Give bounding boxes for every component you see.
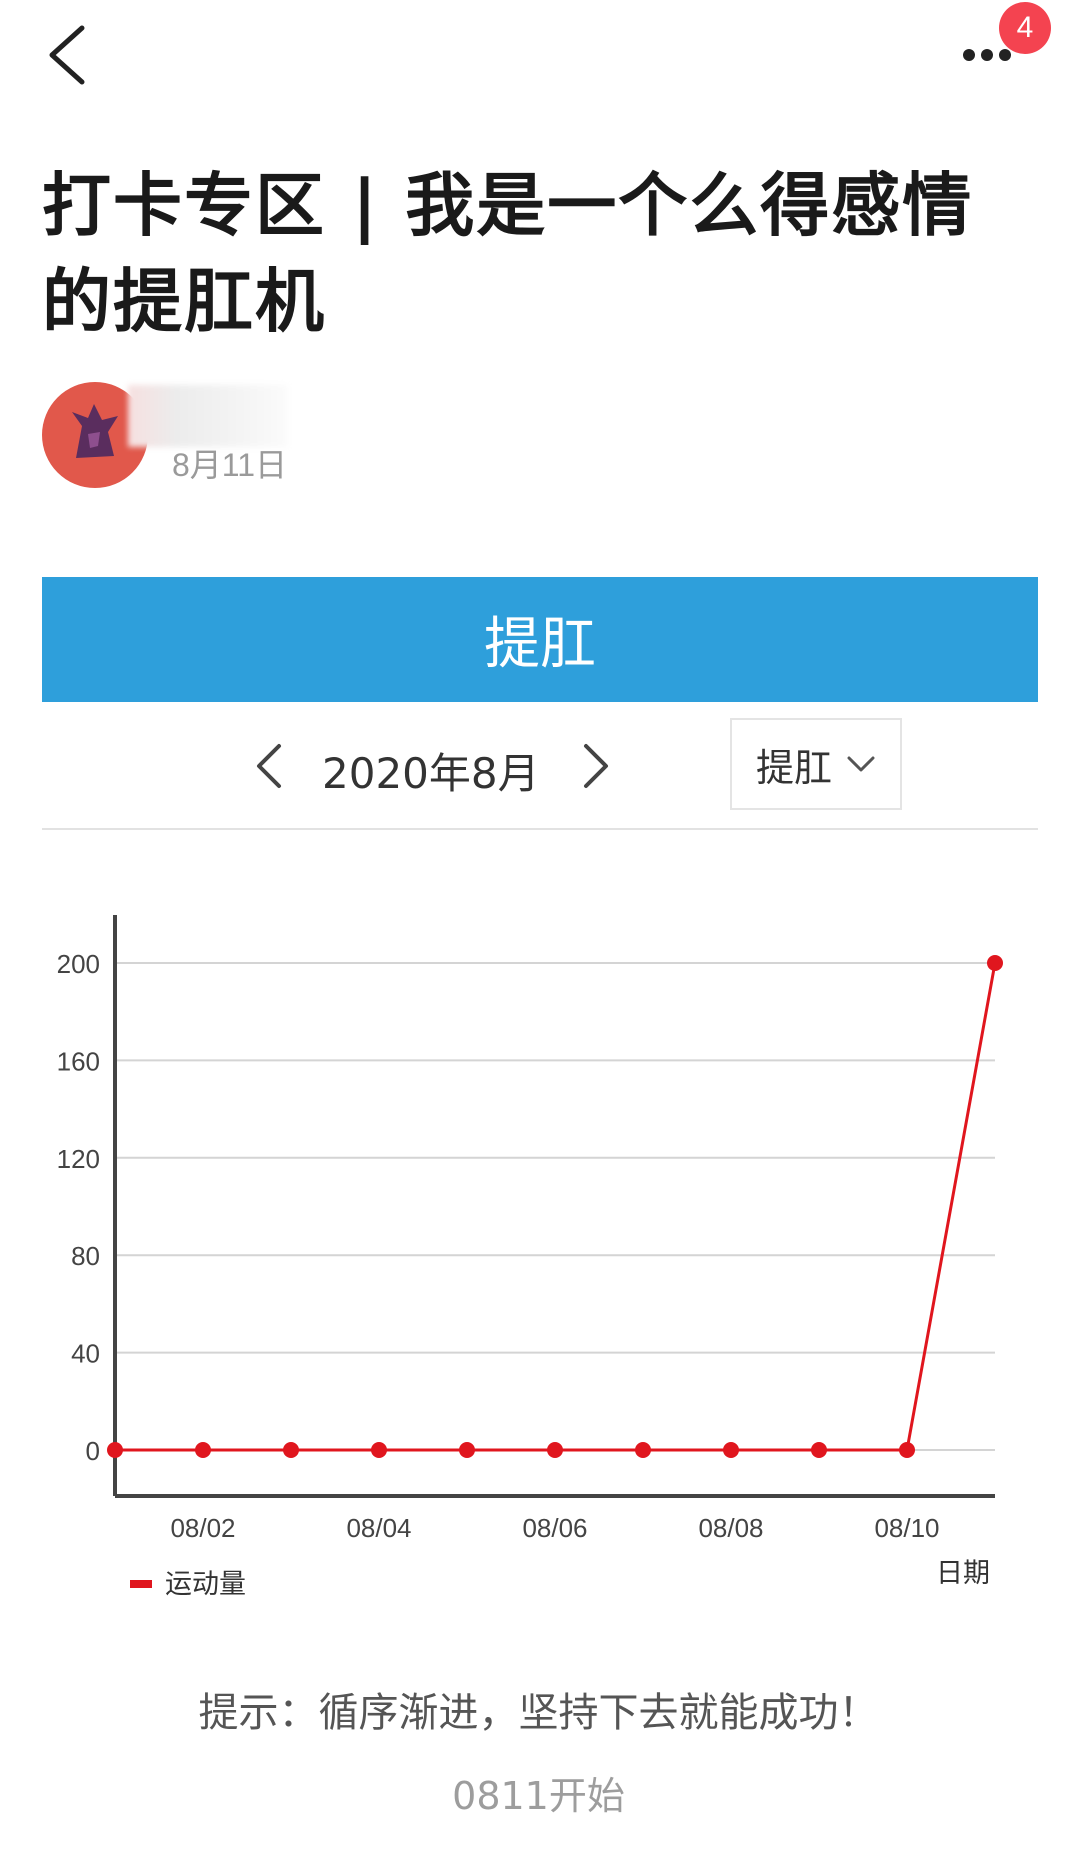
data-point (987, 955, 1003, 971)
y-tick-label: 80 (71, 1241, 100, 1271)
data-point (723, 1442, 739, 1458)
data-point (283, 1442, 299, 1458)
month-label: 2020年8月 (322, 749, 540, 798)
chevron-down-icon (847, 756, 875, 772)
x-tick-label: 08/06 (522, 1513, 587, 1543)
notification-badge: 4 (999, 2, 1051, 54)
author-name-blurred (128, 385, 288, 447)
x-tick-label: 08/02 (170, 1513, 235, 1543)
data-point (547, 1442, 563, 1458)
x-tick-label: 08/10 (874, 1513, 939, 1543)
legend-swatch (130, 1580, 152, 1588)
series-line (115, 962, 997, 1452)
chevron-left-icon (49, 25, 85, 85)
exercise-line-chart: 0 40 80 120 160 200 08/02 08/04 08/06 08/08 08/10 日… (57, 915, 1003, 1600)
data-point (635, 1442, 651, 1458)
chevron-left-icon (257, 744, 281, 788)
y-tick-label: 0 (86, 1436, 100, 1466)
data-point (811, 1442, 827, 1458)
exercise-type-select[interactable]: 提肛 (730, 718, 902, 810)
month-navigator: 2020年8月 提肛 (42, 702, 1038, 830)
x-tick-label: 08/08 (698, 1513, 763, 1543)
start-note: 0811开始 (452, 1774, 625, 1818)
y-tick-label: 40 (71, 1339, 100, 1369)
banner-label: 提肛 (484, 612, 596, 677)
x-tick-label: 08/04 (346, 1513, 411, 1543)
chevron-right-icon (584, 744, 608, 788)
y-tick-label: 120 (57, 1144, 100, 1174)
prev-month-button[interactable] (247, 738, 293, 794)
back-button[interactable] (38, 20, 108, 90)
data-point (195, 1442, 211, 1458)
data-point (107, 1442, 123, 1458)
x-axis-title: 日期 (936, 1558, 990, 1589)
data-point (371, 1442, 387, 1458)
tip-text: 提示：循序渐进，坚持下去就能成功！ (198, 1690, 879, 1736)
data-point (899, 1442, 915, 1458)
post-date: 8月11日 (172, 447, 288, 483)
exercise-banner: 提肛 (42, 577, 1038, 702)
data-point (459, 1442, 475, 1458)
y-tick-label: 160 (57, 1046, 100, 1076)
selected-type: 提肛 (755, 745, 832, 790)
top-bar: 4 (0, 0, 1077, 110)
legend-label: 运动量 (165, 1569, 246, 1600)
next-month-button[interactable] (572, 738, 618, 794)
y-tick-label: 200 (57, 949, 100, 979)
post-title: 打卡专区 | 我是一个么得感情的提肛机 (42, 166, 974, 342)
